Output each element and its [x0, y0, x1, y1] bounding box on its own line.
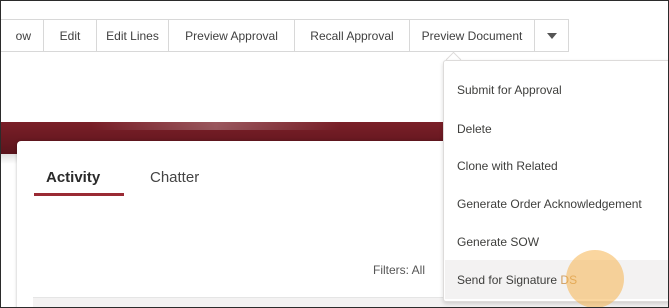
edit-button[interactable]: Edit — [43, 19, 96, 52]
tab-activity[interactable]: Activity — [46, 169, 100, 186]
click-cursor-indicator — [566, 250, 624, 307]
screenshot-frame: ow Edit Edit Lines Preview Approval Reca… — [0, 0, 669, 308]
menu-item-clone-with-related[interactable]: Clone with Related — [457, 159, 558, 173]
tab-chatter[interactable]: Chatter — [150, 169, 199, 186]
chevron-down-icon — [546, 32, 557, 39]
menu-item-send-for-signature[interactable]: Send for Signature DS — [457, 273, 577, 287]
menu-item-generate-sow[interactable]: Generate SOW — [457, 235, 539, 249]
menu-item-delete[interactable]: Delete — [457, 122, 492, 136]
prev-action-button[interactable]: ow — [1, 19, 43, 52]
menu-item-submit-for-approval[interactable]: Submit for Approval — [457, 83, 562, 97]
band-highlight — [91, 122, 341, 130]
action-toolbar: ow Edit Edit Lines Preview Approval Reca… — [1, 19, 569, 54]
recall-approval-button[interactable]: Recall Approval — [294, 19, 409, 52]
preview-approval-button[interactable]: Preview Approval — [168, 19, 294, 52]
menu-item-label: Send for Signature — [457, 273, 558, 287]
menu-item-generate-order-acknowledgement[interactable]: Generate Order Acknowledgement — [457, 197, 642, 211]
preview-document-button[interactable]: Preview Document — [409, 19, 534, 52]
filters-label[interactable]: Filters: All — [373, 263, 425, 277]
active-tab-indicator — [34, 193, 124, 196]
more-actions-menu: Submit for Approval Delete Clone with Re… — [443, 60, 668, 302]
edit-lines-button[interactable]: Edit Lines — [96, 19, 168, 52]
more-actions-button[interactable] — [534, 19, 569, 52]
